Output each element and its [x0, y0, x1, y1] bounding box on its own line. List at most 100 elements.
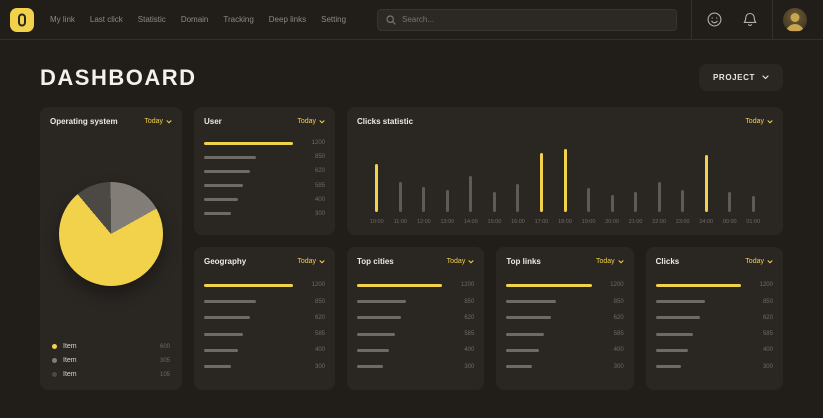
bar-value: 850	[600, 299, 624, 305]
vbar-column: 11:00	[389, 182, 413, 225]
chevron-down-icon	[319, 260, 325, 264]
nav-item-tracking[interactable]: Tracking	[223, 15, 253, 24]
legend-label: Item	[63, 343, 154, 350]
bar-track	[204, 156, 293, 159]
period-dropdown[interactable]: Today	[297, 258, 325, 265]
pie-chart	[59, 182, 163, 286]
x-tick-label: 21:00	[629, 219, 643, 225]
bar-highlight	[705, 155, 708, 212]
x-tick-label: 10:00	[370, 219, 384, 225]
bar-row: 850	[656, 299, 773, 305]
bar	[357, 333, 395, 336]
nav-item-last-click[interactable]: Last click	[90, 15, 123, 24]
card-title: Operating system	[50, 117, 118, 126]
project-button[interactable]: PROJECT	[699, 64, 783, 91]
bar-track	[506, 365, 591, 368]
clicks-bar-chart: 10:0011:0012:0013:0014:0015:0016:0017:00…	[357, 136, 773, 225]
bar-track	[357, 349, 442, 352]
bar-value: 620	[301, 315, 325, 321]
bar	[204, 198, 238, 201]
bar-row: 400	[204, 197, 325, 203]
period-dropdown[interactable]: Today	[144, 118, 172, 125]
bar	[611, 195, 614, 212]
vbar-column: 22:00	[647, 182, 671, 225]
bar-row: 1200	[357, 282, 474, 288]
nav-item-statistic[interactable]: Statistic	[138, 15, 166, 24]
chevron-down-icon	[319, 120, 325, 124]
period-dropdown[interactable]: Today	[297, 118, 325, 125]
bar-track	[204, 316, 293, 319]
vbar-column: 19:00	[577, 188, 601, 225]
bar-highlight	[656, 284, 741, 287]
bar-value: 850	[749, 299, 773, 305]
bar-row: 1200	[204, 282, 325, 288]
legend-item: Item 105	[52, 371, 170, 378]
bar-row: 1200	[204, 140, 325, 146]
nav-item-setting[interactable]: Setting	[321, 15, 346, 24]
bar	[204, 170, 250, 173]
card-header: User Today	[204, 117, 325, 126]
bar-track	[506, 333, 591, 336]
nav-item-my-link[interactable]: My link	[50, 15, 75, 24]
bar-row: 300	[204, 211, 325, 217]
bar-row: 850	[506, 299, 623, 305]
legend-dot	[52, 372, 57, 377]
card-header: Clicks Today	[656, 257, 773, 266]
bar-list: 1200850620585400300	[204, 272, 325, 380]
chevron-down-icon	[166, 120, 172, 124]
bar-value: 400	[301, 347, 325, 353]
bar-value: 585	[450, 331, 474, 337]
legend-item: Item 600	[52, 343, 170, 350]
bar-track	[656, 284, 741, 287]
card-top-cities: Top cities Today 1200850620585400300	[347, 247, 484, 390]
x-tick-label: 15:00	[488, 219, 502, 225]
bar-row: 620	[204, 315, 325, 321]
logo[interactable]	[10, 8, 34, 32]
bar-row: 850	[357, 299, 474, 305]
period-dropdown[interactable]: Today	[596, 258, 624, 265]
nav-item-domain[interactable]: Domain	[181, 15, 209, 24]
bar-value: 585	[301, 331, 325, 337]
bar-value: 400	[301, 197, 325, 203]
bar	[204, 333, 243, 336]
bar-list: 1200850620585400300	[357, 272, 474, 380]
nav-item-deep-links[interactable]: Deep links	[269, 15, 306, 24]
card-operating-system: Operating system Today Item 600 Item	[40, 107, 182, 390]
x-tick-label: 22:00	[652, 219, 666, 225]
bar-track	[204, 365, 293, 368]
divider	[772, 0, 773, 40]
bar-value: 850	[301, 299, 325, 305]
period-dropdown[interactable]: Today	[745, 258, 773, 265]
bar-value: 585	[749, 331, 773, 337]
bar-row: 585	[204, 183, 325, 189]
bar-list: 1200850620585400300	[506, 272, 623, 380]
notifications-button[interactable]	[737, 7, 763, 33]
vbar-column: 17:00	[530, 153, 554, 225]
x-tick-label: 13:00	[440, 219, 454, 225]
vbar-column: 01:00	[742, 196, 766, 225]
bar	[656, 300, 705, 303]
bar-value: 300	[301, 211, 325, 217]
bar	[204, 365, 231, 368]
bar-track	[656, 333, 741, 336]
period-dropdown[interactable]: Today	[447, 258, 475, 265]
bar	[357, 300, 406, 303]
search-bar[interactable]	[377, 9, 677, 31]
smiley-button[interactable]	[701, 7, 727, 33]
legend-label: Item	[63, 357, 154, 364]
user-avatar[interactable]	[783, 8, 807, 32]
bar-value: 1200	[450, 282, 474, 288]
bar-track	[357, 284, 442, 287]
chevron-down-icon	[767, 120, 773, 124]
bar	[656, 316, 700, 319]
bar-row: 850	[204, 154, 325, 160]
bar	[204, 349, 238, 352]
bar	[634, 192, 637, 212]
search-input[interactable]	[402, 15, 668, 24]
period-dropdown[interactable]: Today	[745, 118, 773, 125]
search-icon	[386, 15, 396, 25]
bar-row: 300	[357, 364, 474, 370]
bar	[357, 365, 383, 368]
vbar-column: 24:00	[694, 155, 718, 225]
bar-track	[204, 300, 293, 303]
